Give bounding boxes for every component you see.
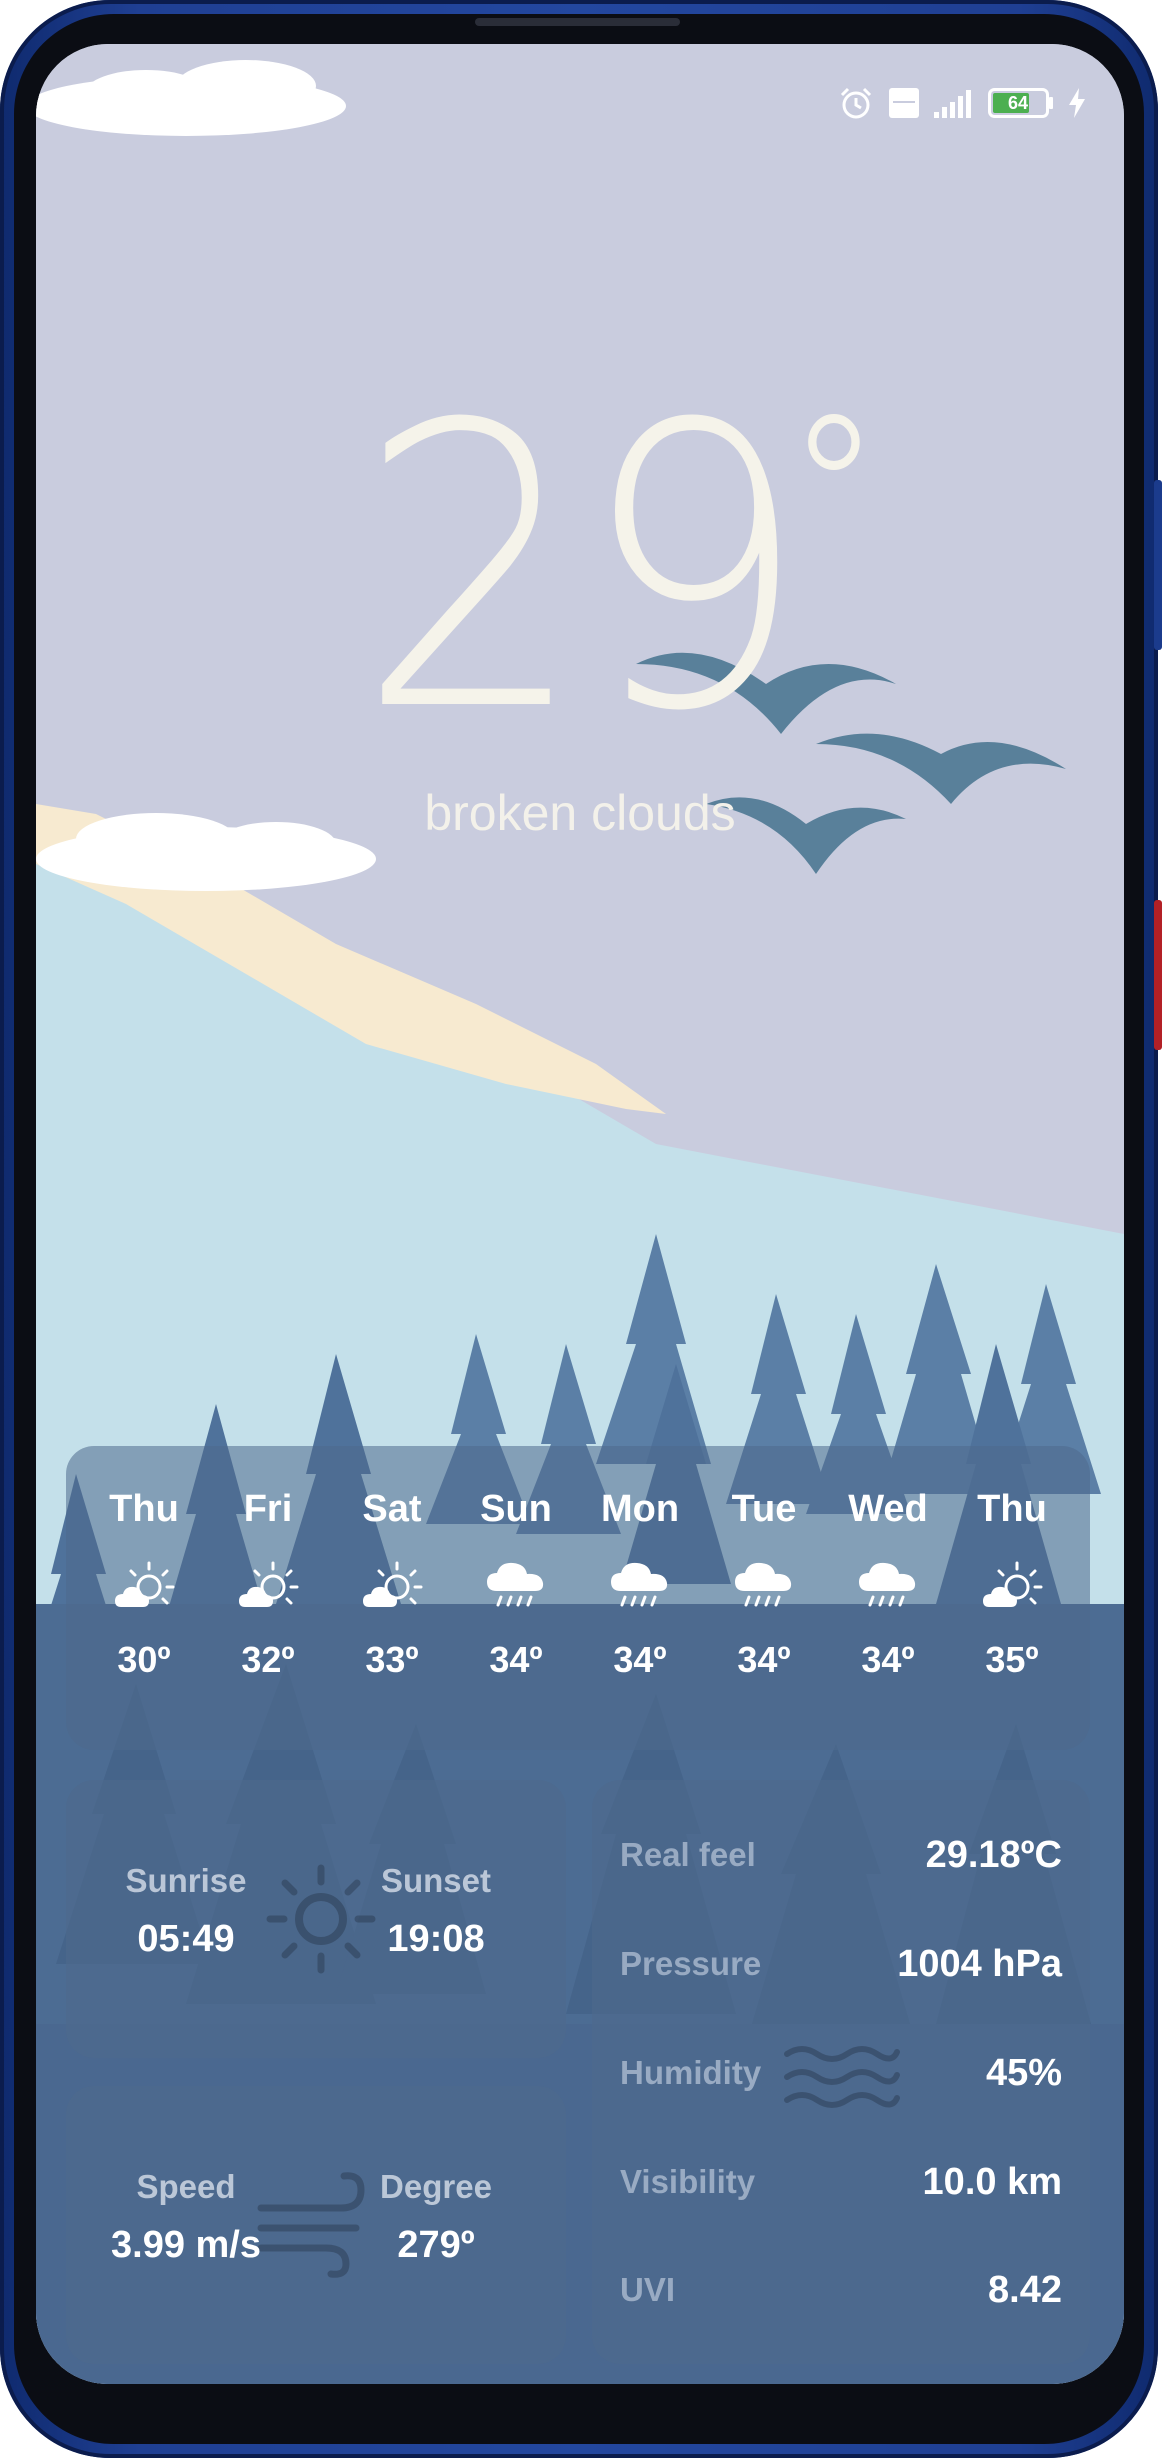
forecast-day-temp: 33º	[365, 1639, 419, 1680]
alarm-icon	[840, 87, 872, 119]
detail-value: 8.42	[988, 2268, 1062, 2311]
rain-cloud-icon	[609, 1557, 671, 1617]
forecast-day-name: Sun	[480, 1488, 552, 1530]
current-temperature: 29	[357, 374, 860, 764]
weather-screen: 64 29 broken clouds Thu 30º Fri 32º Sat 33º Su…	[36, 44, 1124, 2384]
sunrise-block: Sunrise 05:49	[86, 1862, 286, 1961]
sun-times: Sunrise 05:49 Sunset 19:08	[66, 1780, 566, 2058]
forecast-day: Tue 34º	[702, 1446, 826, 1750]
partly-sunny-icon	[981, 1557, 1043, 1617]
partly-sunny-icon	[113, 1557, 175, 1617]
forecast-day: Mon 34º	[578, 1446, 702, 1750]
forecast-day: Thu 35º	[950, 1446, 1074, 1750]
rain-cloud-icon	[733, 1557, 795, 1617]
detail-value: 29.18ºC	[925, 1833, 1062, 1876]
volume-button	[1154, 480, 1162, 650]
sunset-block: Sunset 19:08	[336, 1862, 536, 1961]
forecast-day-name: Thu	[109, 1488, 179, 1530]
detail-label: Real feel	[620, 1836, 756, 1873]
volte-icon	[889, 88, 919, 118]
detail-label: Humidity	[620, 2054, 762, 2091]
partly-sunny-icon	[237, 1557, 299, 1617]
sunrise-label: Sunrise	[125, 1862, 247, 1899]
signal-icon	[934, 90, 971, 118]
forecast-day-name: Wed	[848, 1488, 928, 1530]
detail-label: Visibility	[620, 2163, 756, 2200]
forecast-day-temp: 35º	[985, 1639, 1039, 1680]
wind-card: Speed 3.99 m/s Degree 279º	[66, 2086, 566, 2364]
battery-level: 64	[1007, 93, 1029, 113]
wind-speed-value: 3.99 m/s	[111, 2224, 261, 2266]
forecast-day-temp: 34º	[737, 1639, 791, 1680]
forecast-day: Sat 33º	[330, 1446, 454, 1750]
sunset-label: Sunset	[380, 1862, 492, 1899]
charging-icon	[1069, 88, 1085, 118]
earpiece-speaker	[475, 18, 680, 26]
detail-value: 45%	[985, 2051, 1062, 2094]
forecast-day-temp: 32º	[241, 1639, 295, 1680]
forecast-day: Wed 34º	[826, 1446, 950, 1750]
forecast-day-name: Fri	[243, 1488, 293, 1530]
sunrise-time: 05:49	[137, 1918, 235, 1960]
weather-details-card: Real feel 29.18ºC Pressure 1004 hPa Humi…	[592, 1780, 1090, 2364]
degree-symbol-icon	[808, 414, 860, 470]
battery-icon: 64	[988, 88, 1054, 118]
current-temperature-block: 29	[36, 374, 1124, 764]
forecast-day-name: Thu	[977, 1488, 1047, 1530]
rain-cloud-icon	[485, 1557, 547, 1617]
forecast-row: Thu 30º Fri 32º Sat 33º Sun 34º Mon 34º Tue 34º Wed 3…	[66, 1446, 1090, 1750]
rain-cloud-icon	[857, 1557, 919, 1617]
detail-row-real-feel: Real feel 29.18ºC	[620, 1825, 1062, 1885]
wind-degree-block: Degree 279º	[336, 2168, 536, 2267]
detail-row-uvi: UVI 8.42	[620, 2260, 1062, 2320]
wind-values: Speed 3.99 m/s Degree 279º	[66, 2086, 566, 2364]
forecast-day: Fri 32º	[206, 1446, 330, 1750]
forecast-day-name: Tue	[731, 1488, 797, 1530]
sun-times-card: Sunrise 05:49 Sunset 19:08	[66, 1780, 566, 2058]
sunset-time: 19:08	[387, 1918, 485, 1960]
forecast-day-temp: 30º	[117, 1639, 171, 1680]
detail-row-humidity: Humidity 45%	[620, 2043, 1062, 2103]
wind-degree-label: Degree	[380, 2168, 492, 2205]
daily-forecast-card: Thu 30º Fri 32º Sat 33º Sun 34º Mon 34º Tue 34º Wed 3…	[66, 1446, 1090, 1750]
forecast-day: Thu 30º	[82, 1446, 206, 1750]
detail-row-visibility: Visibility 10.0 km	[620, 2152, 1062, 2212]
wind-speed-block: Speed 3.99 m/s	[86, 2168, 286, 2267]
detail-row-pressure: Pressure 1004 hPa	[620, 1934, 1062, 1994]
forecast-day-name: Sat	[362, 1488, 422, 1530]
detail-value: 10.0 km	[922, 2160, 1062, 2203]
forecast-day: Sun 34º	[454, 1446, 578, 1750]
wind-speed-label: Speed	[136, 2168, 236, 2205]
forecast-day-temp: 34º	[861, 1639, 915, 1680]
wind-degree-value: 279º	[397, 2224, 475, 2266]
weather-condition: broken clouds	[424, 785, 736, 841]
forecast-day-temp: 34º	[613, 1639, 667, 1680]
detail-label: Pressure	[620, 1945, 762, 1982]
temperature-value: 29	[357, 342, 808, 796]
status-bar: 64	[838, 80, 1086, 126]
partly-sunny-icon	[361, 1557, 423, 1617]
power-button	[1154, 900, 1162, 1050]
forecast-day-name: Mon	[600, 1488, 680, 1530]
detail-value: 1004 hPa	[897, 1942, 1062, 1985]
forecast-day-temp: 34º	[489, 1639, 543, 1680]
detail-label: UVI	[620, 2271, 676, 2308]
